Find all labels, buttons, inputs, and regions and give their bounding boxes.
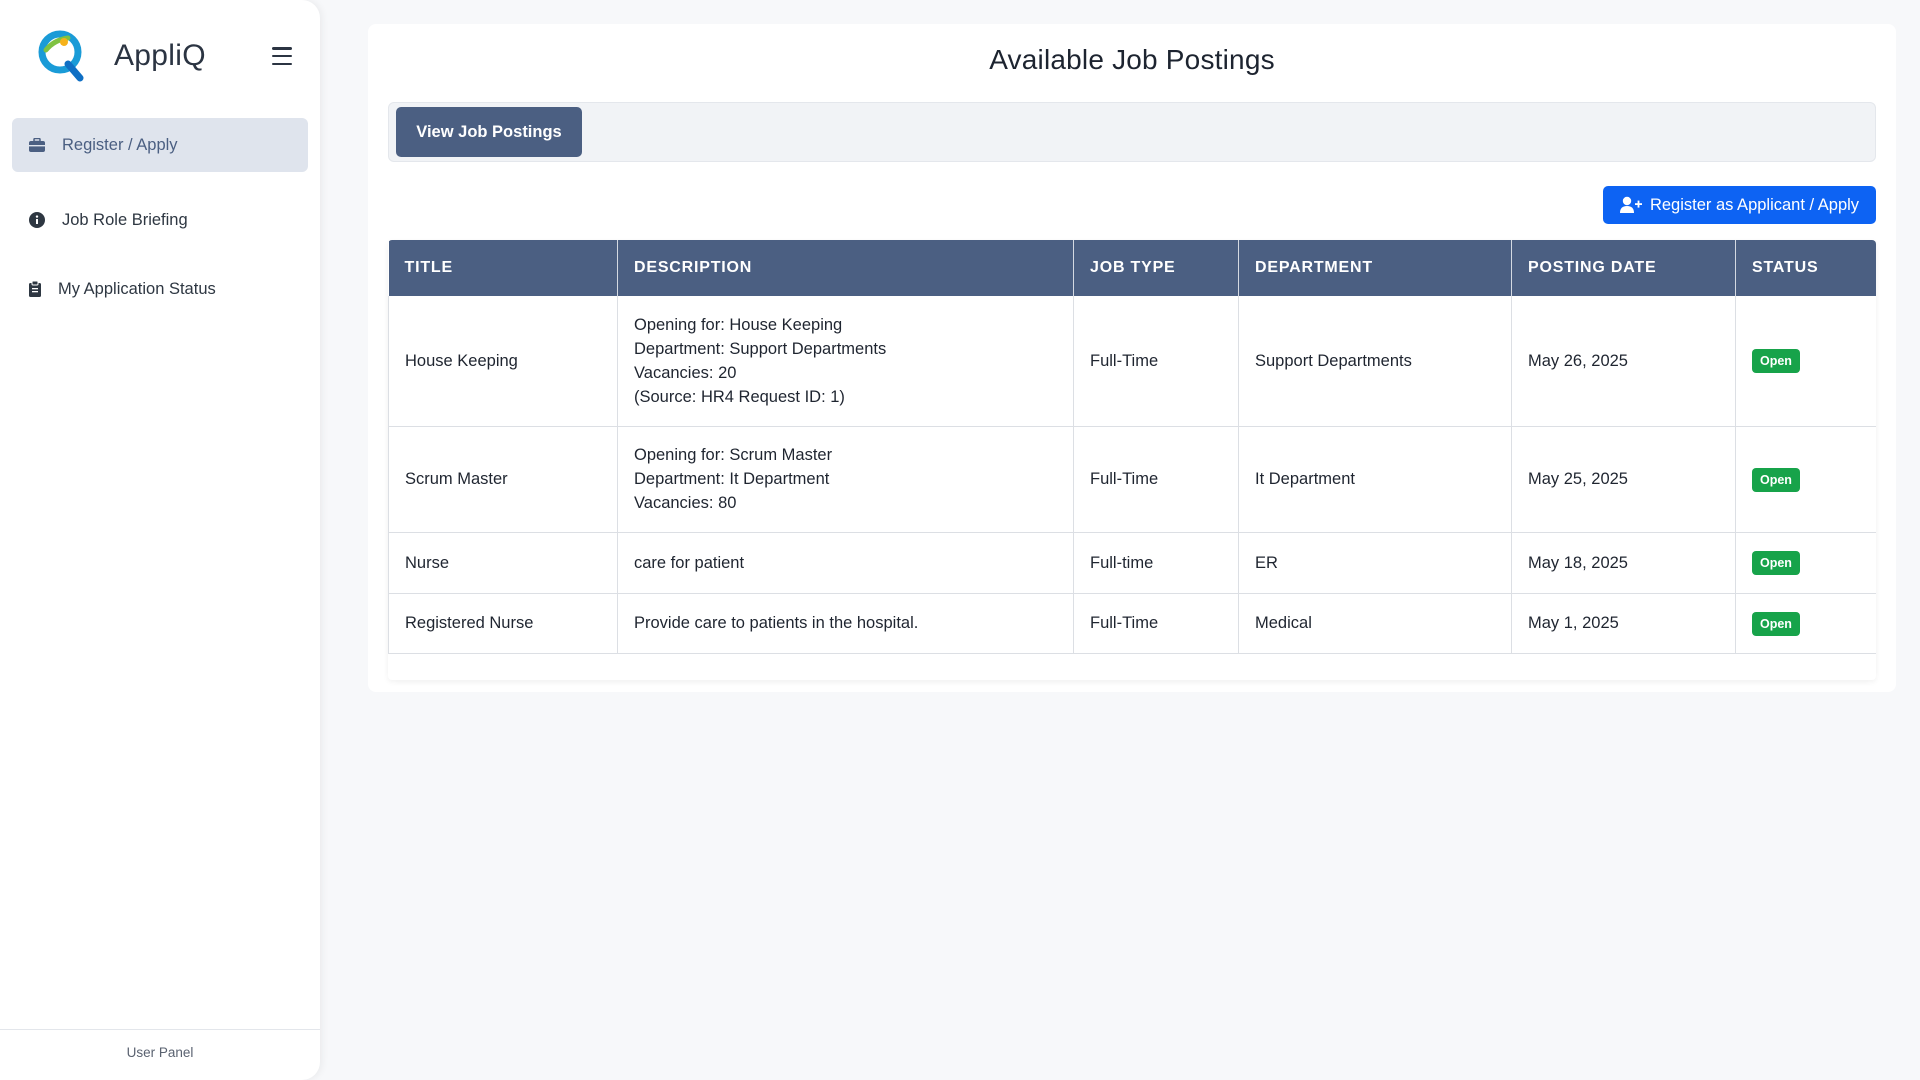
- brand[interactable]: AppliQ: [38, 30, 206, 82]
- info-circle-icon: [28, 211, 46, 229]
- table-row[interactable]: House Keeping Opening for: House Keeping…: [388, 296, 1876, 427]
- job-title-cell: Nurse: [388, 532, 618, 594]
- column-header-status[interactable]: STATUS: [1735, 240, 1876, 296]
- sidebar-item-label: Register / Apply: [62, 135, 178, 154]
- register-apply-label: Register as Applicant / Apply: [1649, 195, 1860, 214]
- description-line: Department: It Department: [634, 470, 830, 488]
- table-row[interactable]: Scrum Master Opening for: Scrum Master D…: [388, 426, 1876, 533]
- column-header-job-type[interactable]: JOB TYPE: [1073, 240, 1239, 296]
- job-type-cell: Full-time: [1073, 532, 1239, 594]
- app-name: AppliQ: [114, 39, 206, 72]
- description-line: Opening for: Scrum Master: [634, 446, 833, 464]
- column-header-posting-date[interactable]: POSTING DATE: [1511, 240, 1736, 296]
- sidebar-item-job-role-briefing[interactable]: Job Role Briefing: [12, 205, 308, 235]
- tab-bar: View Job Postings: [388, 102, 1876, 162]
- table-header-row: TITLE DESCRIPTION JOB TYPE DEPARTMENT PO…: [388, 240, 1876, 296]
- job-title-cell: House Keeping: [388, 296, 618, 427]
- status-cell: Open: [1735, 296, 1876, 427]
- page-title: Available Job Postings: [989, 44, 1275, 75]
- sidebar-item-register-apply[interactable]: Register / Apply: [12, 118, 308, 172]
- sidebar-item-label: My Application Status: [58, 279, 216, 298]
- sidebar-divider: [0, 1029, 320, 1030]
- description-line: (Source: HR4 Request ID: 1): [634, 387, 845, 406]
- description-cell: care for patient: [617, 532, 1074, 594]
- description-cell: Opening for: Scrum Master Department: It…: [617, 426, 1074, 533]
- posting-date-cell: May 1, 2025: [1511, 593, 1736, 654]
- table-row[interactable]: Registered Nurse Provide care to patient…: [388, 593, 1876, 654]
- job-postings-table: TITLE DESCRIPTION JOB TYPE DEPARTMENT PO…: [388, 240, 1876, 680]
- menu-toggle-icon[interactable]: [272, 47, 292, 65]
- description-line: Opening for: House Keeping: [634, 315, 843, 334]
- description-cell: Opening for: House Keeping Department: S…: [617, 296, 1074, 427]
- description-line: Vacancies: 80: [634, 494, 737, 512]
- status-badge: Open: [1752, 611, 1800, 636]
- register-apply-button[interactable]: Register as Applicant / Apply: [1603, 186, 1876, 224]
- status-badge: Open: [1752, 349, 1800, 374]
- clipboard-icon: [26, 280, 44, 298]
- description-line: Department: Support Departments: [634, 339, 887, 358]
- job-type-cell: Full-Time: [1073, 426, 1239, 533]
- job-type-cell: Full-Time: [1073, 593, 1239, 654]
- job-title-cell: Registered Nurse: [388, 593, 618, 654]
- status-cell: Open: [1735, 593, 1876, 654]
- status-cell: Open: [1735, 532, 1876, 594]
- sidebar-item-my-application-status[interactable]: My Application Status: [12, 274, 308, 304]
- description-cell: Provide care to patients in the hospital…: [617, 593, 1074, 654]
- column-header-title[interactable]: TITLE: [388, 240, 618, 296]
- table-row[interactable]: Nurse care for patient Full-time ER May …: [388, 532, 1876, 594]
- job-type-cell: Full-Time: [1073, 296, 1239, 427]
- status-cell: Open: [1735, 426, 1876, 533]
- posting-date-cell: May 18, 2025: [1511, 532, 1736, 594]
- status-badge: Open: [1752, 467, 1800, 492]
- job-title-cell: Scrum Master: [388, 426, 618, 533]
- posting-date-cell: May 25, 2025: [1511, 426, 1736, 533]
- column-header-department[interactable]: DEPARTMENT: [1238, 240, 1512, 296]
- posting-date-cell: May 26, 2025: [1511, 296, 1736, 427]
- department-cell: ER: [1238, 532, 1512, 594]
- briefcase-icon: [28, 136, 46, 154]
- description-line: Provide care to patients in the hospital…: [634, 614, 919, 632]
- sidebar-footer: User Panel: [126, 1045, 194, 1060]
- sidebar: AppliQ Register / Apply Job Role Briefin…: [0, 0, 320, 1080]
- user-plus-icon: [1619, 196, 1642, 214]
- department-cell: It Department: [1238, 426, 1512, 533]
- sidebar-item-label: Job Role Briefing: [62, 210, 188, 229]
- job-postings-card: Available Job Postings View Job Postings…: [368, 24, 1896, 692]
- status-badge: Open: [1752, 551, 1800, 575]
- description-line: care for patient: [634, 553, 745, 572]
- tab-view-job-postings[interactable]: View Job Postings: [396, 107, 582, 157]
- department-cell: Support Departments: [1238, 296, 1512, 427]
- appliq-logo-icon: [38, 30, 84, 82]
- column-header-description[interactable]: DESCRIPTION: [617, 240, 1074, 296]
- department-cell: Medical: [1238, 593, 1512, 654]
- description-line: Vacancies: 20: [634, 363, 737, 382]
